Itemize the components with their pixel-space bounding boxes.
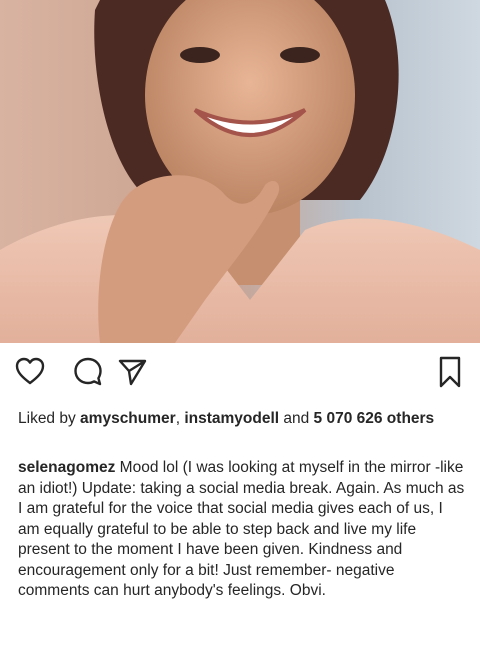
bookmark-icon-graphic [439,356,461,388]
paper-plane-icon[interactable] [116,355,148,389]
likes-and: and [279,410,314,427]
post-caption: selenagomez Mood lol (I was looking at m… [18,458,466,602]
bookmark-icon[interactable] [436,355,464,389]
caption-text: Mood lol (I was looking at myself in the… [18,459,465,599]
action-bar [0,355,480,395]
post-photo[interactable] [0,0,480,343]
post-photo-illustration [0,0,480,343]
comment-icon[interactable] [72,355,104,389]
heart-icon-graphic [15,357,45,385]
comment-icon-graphic [74,357,102,386]
instagram-post: Liked by amyschumer, instamyodell and 5 … [0,0,480,646]
heart-icon[interactable] [14,355,46,389]
likes-prefix: Liked by [18,410,81,427]
likes-others-count[interactable]: 5 070 626 others [314,410,435,427]
liker-amyschumer[interactable]: amyschumer [80,410,176,427]
likes-line[interactable]: Liked by amyschumer, instamyodell and 5 … [18,409,466,429]
liker-instamyodell[interactable]: instamyodell [184,410,279,427]
caption-username[interactable]: selenagomez [18,459,115,476]
paper-plane-icon-graphic [118,359,147,386]
